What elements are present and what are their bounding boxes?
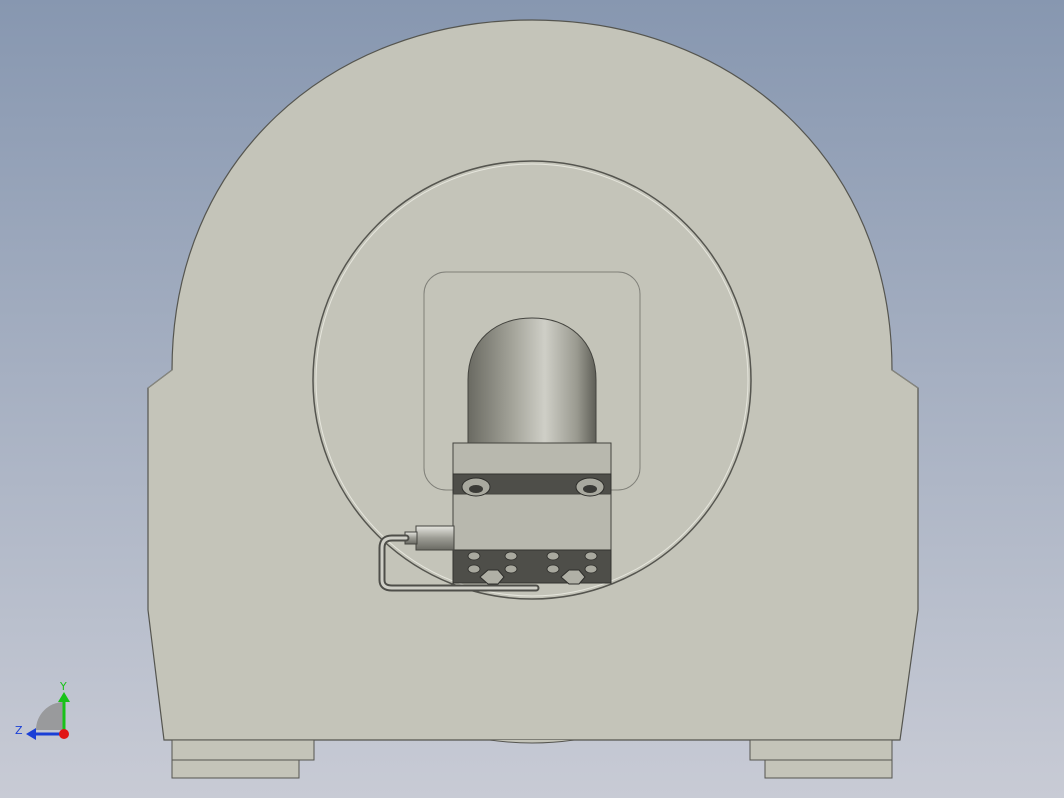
triad-x-axis [59,729,69,739]
cap-screw-right [575,477,605,497]
triad-z-label: Z [15,724,23,737]
motor-cylinder[interactable] [467,317,597,446]
right-foot[interactable] [749,739,893,779]
cad-viewport[interactable]: Y Z [0,0,1064,798]
cap-screw-left [461,477,491,497]
model-canvas[interactable]: Y Z [0,0,1064,798]
triad-y-label: Y [59,680,67,693]
left-foot[interactable] [171,739,315,779]
valve-block[interactable] [452,442,612,584]
